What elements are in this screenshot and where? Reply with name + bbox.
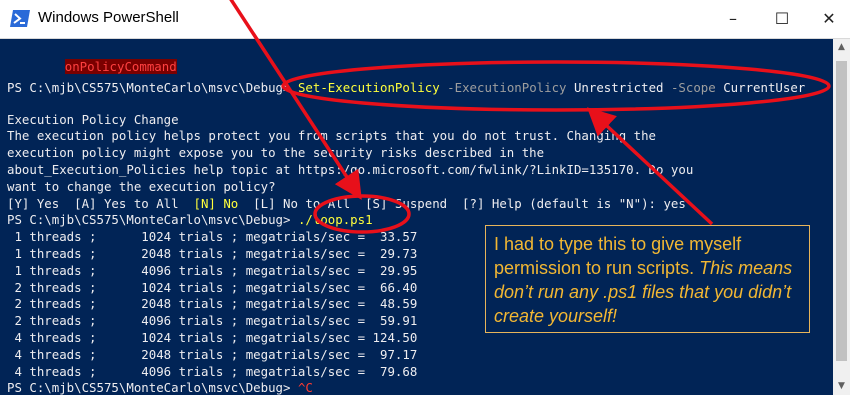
scrollbar-thumb[interactable] xyxy=(836,61,847,361)
parameter: -ExecutionPolicy xyxy=(439,80,574,95)
terminal-line-command: PS C:\mjb\CS575\MonteCarlo\msvc\Debug> ^… xyxy=(7,379,313,395)
terminal-line-command: PS C:\mjb\CS575\MonteCarlo\msvc\Debug> S… xyxy=(7,79,805,96)
prompt: PS C:\mjb\CS575\MonteCarlo\msvc\Debug> xyxy=(7,380,298,395)
terminal-line: execution policy might expose you to the… xyxy=(7,145,545,160)
terminal-line: The execution policy helps protect you f… xyxy=(7,128,657,143)
powershell-icon xyxy=(10,10,30,27)
error-text: onPolicyCommand xyxy=(64,59,177,74)
interrupt-text: ^C xyxy=(297,380,313,395)
annotation-callout: I had to type this to give myself permis… xyxy=(485,225,810,333)
terminal-line-choice: [Y] Yes [A] Yes to All [N] No [L] No to … xyxy=(7,195,686,212)
close-button[interactable]: ✕ xyxy=(809,4,849,34)
choice-text: [Y] Yes [A] Yes to All xyxy=(7,196,194,211)
result-line: 2 threads ; 2048 trials ; megatrials/sec… xyxy=(7,296,418,311)
result-line: 4 threads ; 1024 trials ; megatrials/sec… xyxy=(7,330,418,345)
scroll-up-icon[interactable]: ▲ xyxy=(833,39,850,56)
prompt: PS C:\mjb\CS575\MonteCarlo\msvc\Debug> xyxy=(7,80,298,95)
minimize-button[interactable]: – xyxy=(713,4,753,34)
cmdlet: Set-ExecutionPolicy xyxy=(297,80,440,95)
result-line: 1 threads ; 1024 trials ; megatrials/sec… xyxy=(7,229,418,244)
choice-default: [N] No xyxy=(193,196,239,211)
terminal-line: Execution Policy Change xyxy=(7,112,179,127)
choice-text: [L] No to All [S] Suspend [?] Help (defa… xyxy=(238,196,686,211)
window-title: Windows PowerShell xyxy=(38,9,179,26)
vertical-scrollbar[interactable]: ▲ ▼ xyxy=(833,39,850,395)
title-bar[interactable]: Windows PowerShell – ☐ ✕ xyxy=(0,0,850,39)
terminal-line: about_Execution_Policies help topic at h… xyxy=(7,162,694,177)
terminal-line: onPolicyCommand xyxy=(20,41,177,74)
script-command: ./loop.ps1 xyxy=(297,212,373,227)
maximize-button[interactable]: ☐ xyxy=(762,4,802,34)
powershell-window: Windows PowerShell – ☐ ✕ onPolicyCommand… xyxy=(0,0,850,395)
prompt: PS C:\mjb\CS575\MonteCarlo\msvc\Debug> xyxy=(7,212,298,227)
argument: Unrestricted xyxy=(573,80,664,95)
result-line: 4 threads ; 4096 trials ; megatrials/sec… xyxy=(7,364,418,379)
scroll-down-icon[interactable]: ▼ xyxy=(833,378,850,395)
terminal-line: want to change the execution policy? xyxy=(7,179,276,194)
result-line: 1 threads ; 2048 trials ; megatrials/sec… xyxy=(7,246,418,261)
result-line: 2 threads ; 1024 trials ; megatrials/sec… xyxy=(7,280,418,295)
parameter: -Scope xyxy=(663,80,724,95)
terminal-output[interactable]: onPolicyCommand PS C:\mjb\CS575\MonteCar… xyxy=(0,39,833,395)
result-line: 4 threads ; 2048 trials ; megatrials/sec… xyxy=(7,347,418,362)
argument: CurrentUser xyxy=(723,80,806,95)
result-line: 2 threads ; 4096 trials ; megatrials/sec… xyxy=(7,313,418,328)
result-line: 1 threads ; 4096 trials ; megatrials/sec… xyxy=(7,263,418,278)
terminal-line-command: PS C:\mjb\CS575\MonteCarlo\msvc\Debug> .… xyxy=(7,211,373,228)
